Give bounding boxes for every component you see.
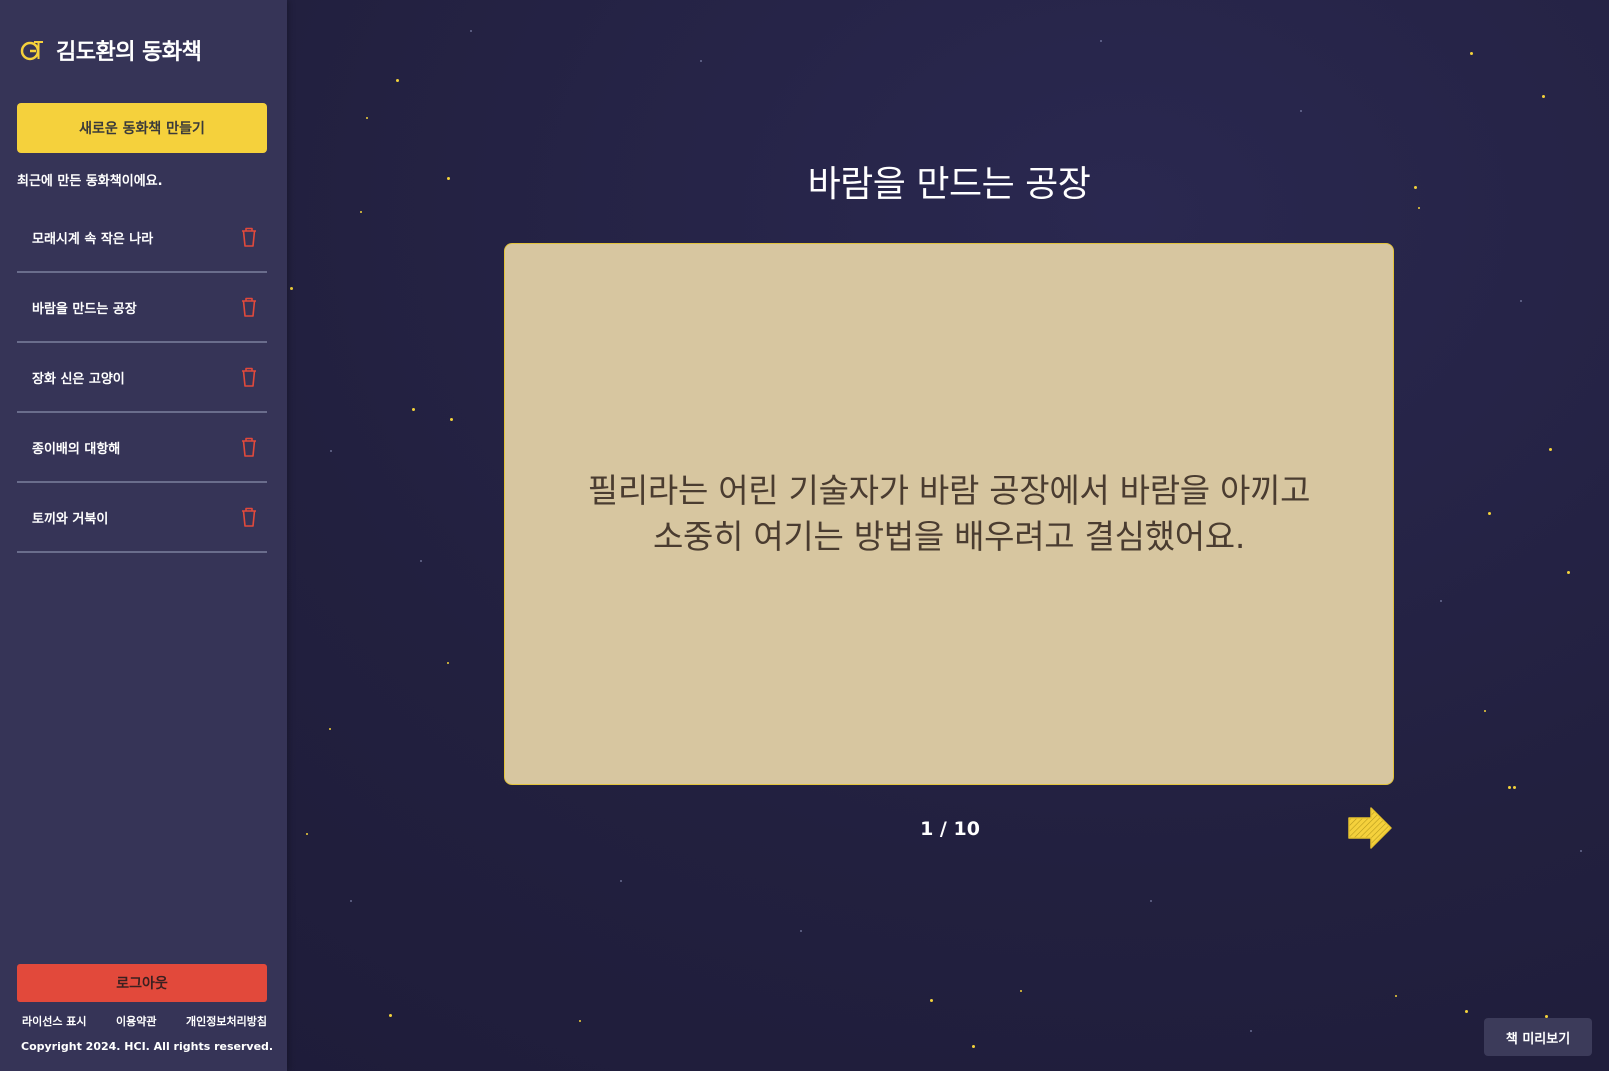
recent-books-label: 최근에 만든 동화책이에요. bbox=[17, 174, 163, 189]
terms-link[interactable]: 이용약관 bbox=[116, 1013, 156, 1029]
recent-book-list: 모래시계 속 작은 나라 바람을 만드는 공장 장화 신은 고양이 종이배의 대… bbox=[17, 203, 267, 553]
trash-icon[interactable] bbox=[239, 506, 259, 528]
trash-icon[interactable] bbox=[239, 226, 259, 248]
page-indicator: 1 / 10 bbox=[920, 818, 980, 840]
book-list-item[interactable]: 장화 신은 고양이 bbox=[17, 343, 267, 413]
trash-icon[interactable] bbox=[239, 296, 259, 318]
book-title: 모래시계 속 작은 나라 bbox=[32, 231, 154, 247]
book-title: 종이배의 대항해 bbox=[32, 441, 121, 457]
book-list-item[interactable]: 모래시계 속 작은 나라 bbox=[17, 203, 267, 273]
trash-icon[interactable] bbox=[239, 436, 259, 458]
story-page-text: 필리라는 어린 기술자가 바람 공장에서 바람을 아끼고 소중히 여기는 방법을… bbox=[587, 471, 1311, 556]
gt-logo-icon bbox=[20, 41, 43, 61]
book-list-item[interactable]: 종이배의 대항해 bbox=[17, 413, 267, 483]
brand-title: 김도환의 동화책 bbox=[56, 40, 202, 65]
privacy-policy-link[interactable]: 개인정보처리방침 bbox=[186, 1013, 267, 1029]
license-link[interactable]: 라이선스 표시 bbox=[22, 1013, 87, 1029]
story-page-card: 필리라는 어린 기술자가 바람 공장에서 바람을 아끼고 소중히 여기는 방법을… bbox=[504, 243, 1394, 785]
book-title: 토끼와 거북이 bbox=[32, 511, 109, 527]
footer-links: 라이선스 표시 이용약관 개인정보처리방침 bbox=[22, 1013, 267, 1029]
copyright-text: Copyright 2024. HCI. All rights reserved… bbox=[21, 1040, 274, 1053]
arrow-right-icon[interactable] bbox=[1347, 805, 1393, 851]
new-book-button[interactable]: 새로운 동화책 만들기 bbox=[17, 103, 267, 153]
book-title: 바람을 만드는 공장 bbox=[32, 301, 137, 317]
book-list-item[interactable]: 바람을 만드는 공장 bbox=[17, 273, 267, 343]
trash-icon[interactable] bbox=[239, 366, 259, 388]
logout-button[interactable]: 로그아웃 bbox=[17, 964, 267, 1002]
book-title: 장화 신은 고양이 bbox=[32, 371, 125, 387]
book-list-item[interactable]: 토끼와 거북이 bbox=[17, 483, 267, 553]
story-title: 바람을 만드는 공장 bbox=[807, 164, 1091, 205]
book-preview-button[interactable]: 책 미리보기 bbox=[1484, 1018, 1592, 1056]
brand-row[interactable]: 김도환의 동화책 bbox=[20, 34, 202, 66]
sidebar: 김도환의 동화책 새로운 동화책 만들기 최근에 만든 동화책이에요. 모래시계… bbox=[0, 0, 287, 1071]
